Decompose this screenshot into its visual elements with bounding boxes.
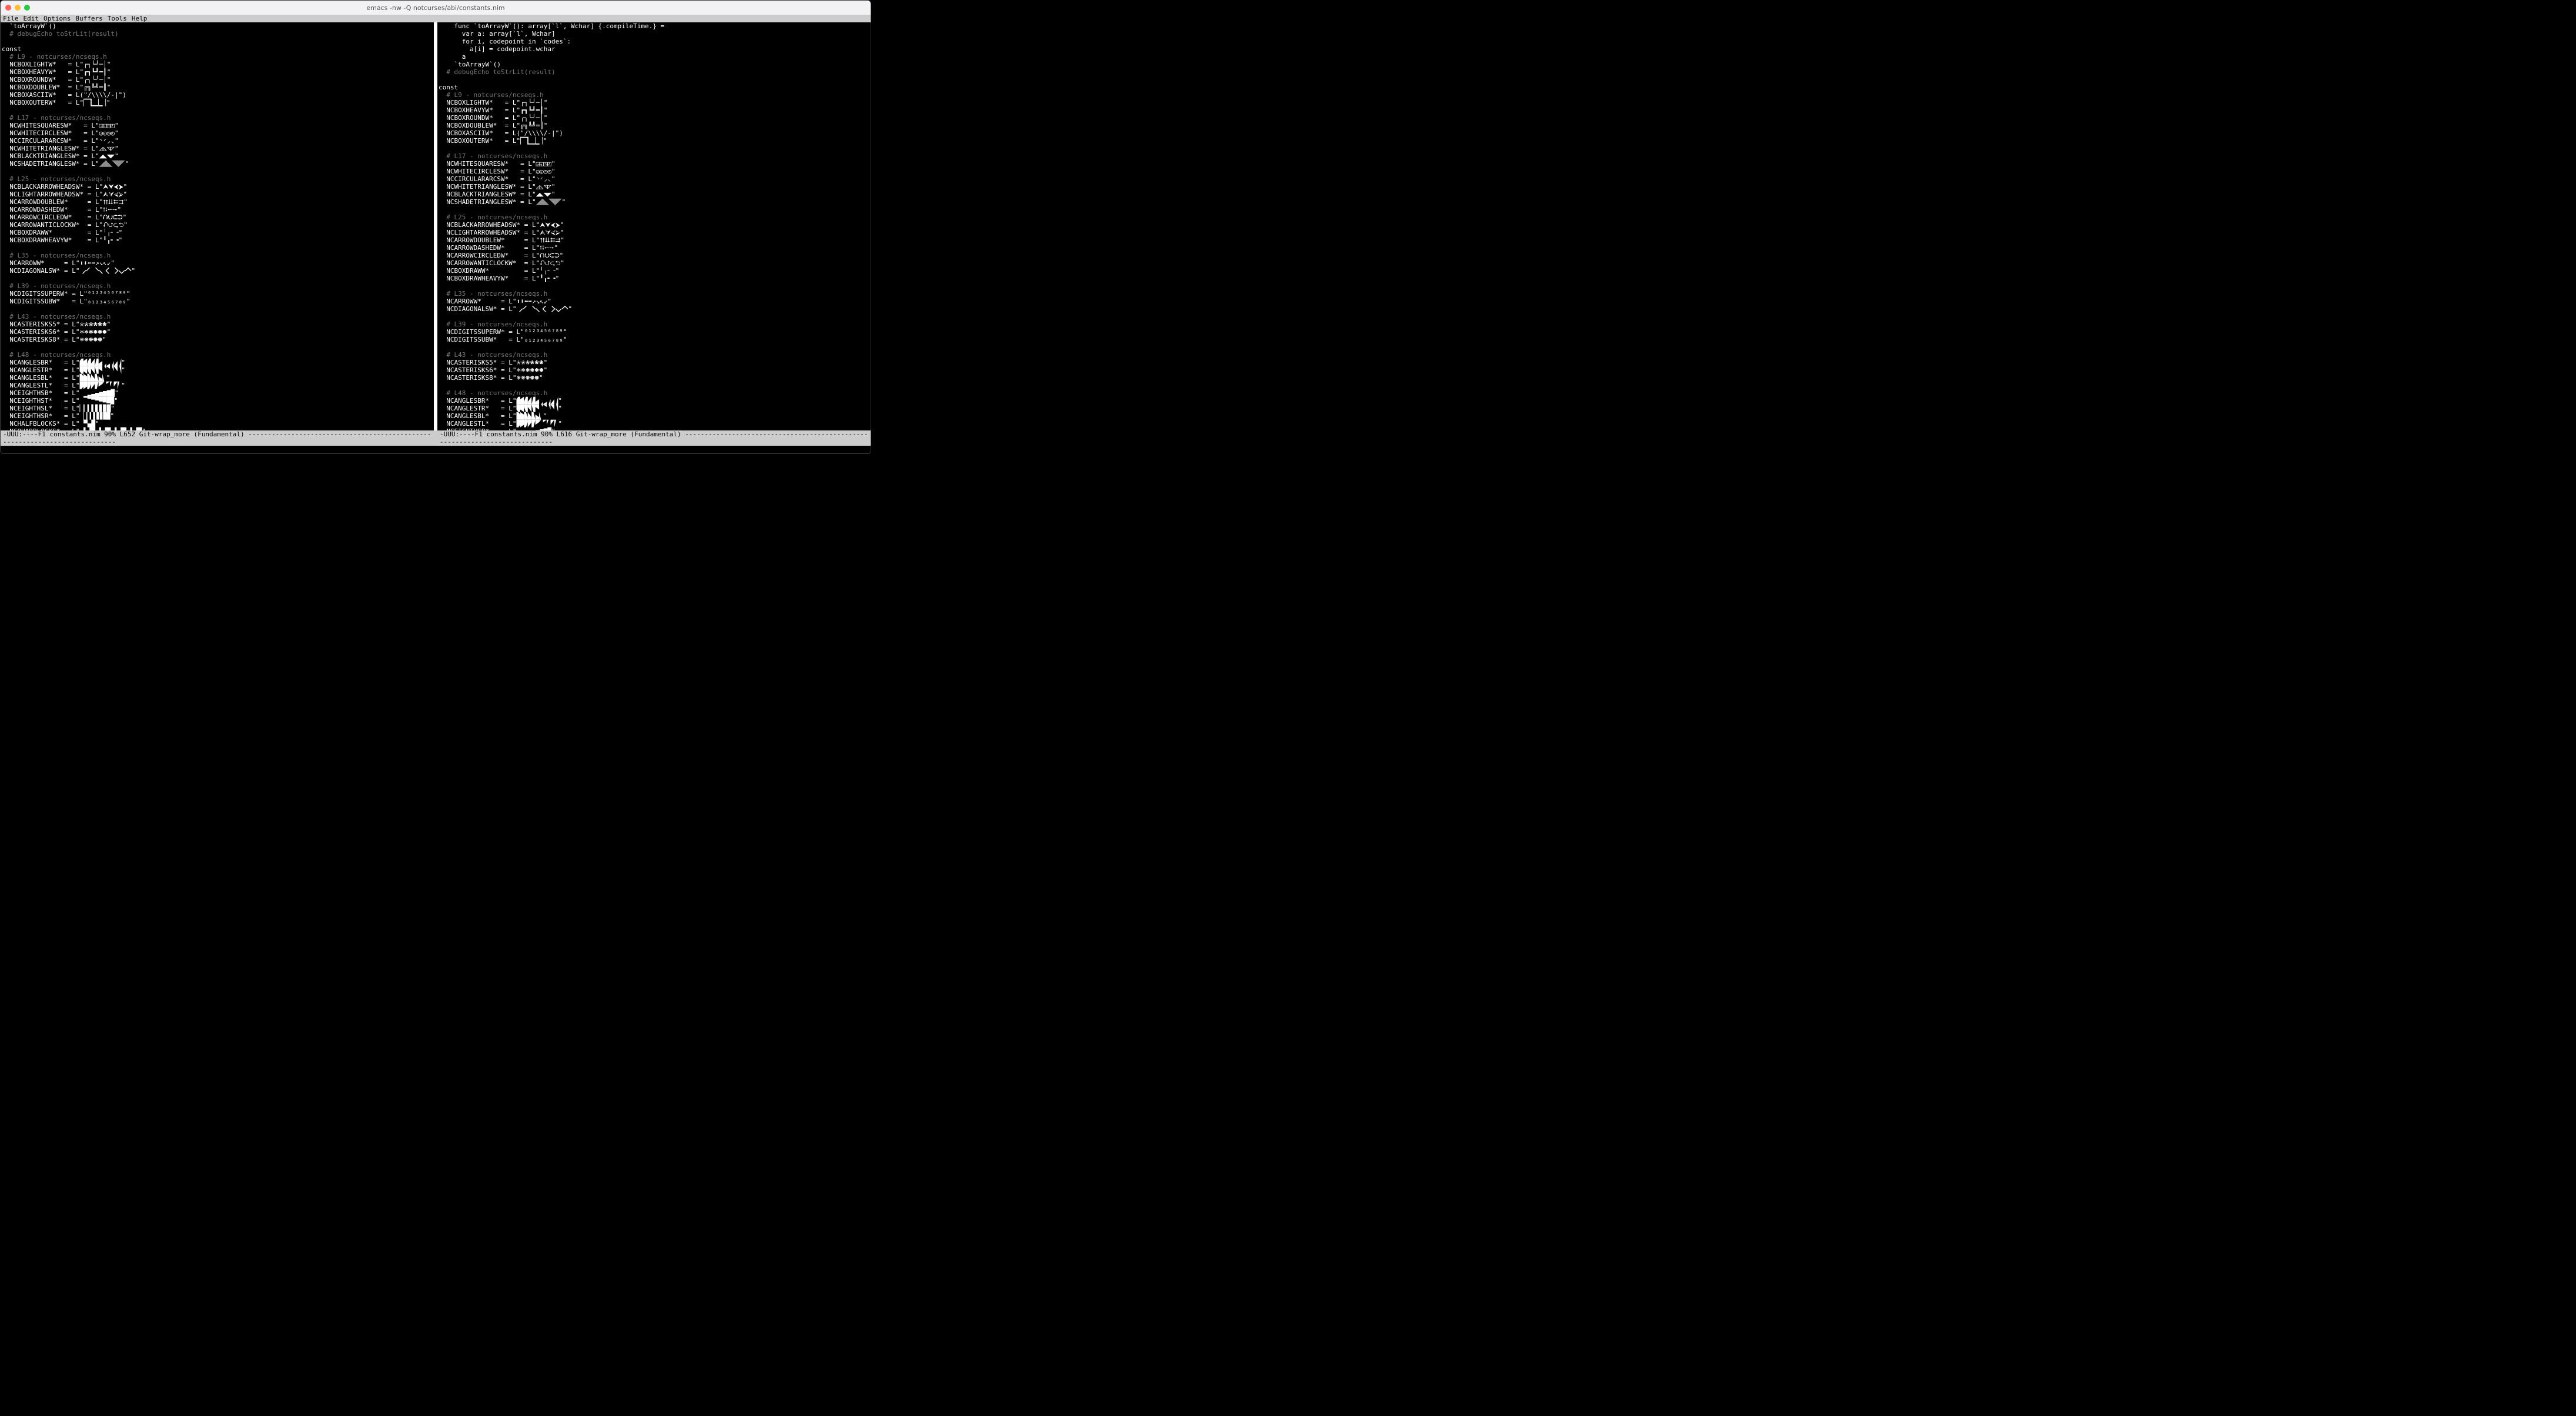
split-panes: `toArrayW`() # debugEcho toStrLit(result… — [1, 22, 871, 430]
menu-edit[interactable]: Edit — [22, 15, 41, 22]
emacs-window: emacs -nw -Q notcurses/abi/constants.nim… — [0, 0, 871, 454]
minibuffer[interactable] — [1, 446, 871, 453]
menu-buffers[interactable]: Buffers — [74, 15, 103, 22]
emacs-menubar[interactable]: File Edit Options Buffers Tools Help — [1, 15, 871, 22]
menu-file[interactable]: File — [2, 15, 20, 22]
window-title: emacs -nw -Q notcurses/abi/constants.nim — [366, 4, 504, 12]
right-buffer[interactable]: func `toArrayW`(): array[`l`, Wchar] {.c… — [437, 22, 871, 430]
close-icon[interactable] — [5, 5, 11, 11]
menu-tools[interactable]: Tools — [106, 15, 128, 22]
macos-titlebar: emacs -nw -Q notcurses/abi/constants.nim — [1, 1, 871, 15]
minimize-icon[interactable] — [15, 5, 21, 11]
zoom-icon[interactable] — [24, 5, 30, 11]
modelines: -UUU:----F1 constants.nim 90% L652 Git-w… — [1, 430, 871, 446]
modeline-right[interactable]: -UUU:----F1 constants.nim 90% L616 Git-w… — [437, 430, 871, 446]
traffic-lights — [5, 5, 30, 11]
left-buffer[interactable]: `toArrayW`() # debugEcho toStrLit(result… — [1, 22, 434, 430]
menu-options[interactable]: Options — [42, 15, 72, 22]
menu-help[interactable]: Help — [131, 15, 149, 22]
modeline-left[interactable]: -UUU:----F1 constants.nim 90% L652 Git-w… — [1, 430, 434, 446]
